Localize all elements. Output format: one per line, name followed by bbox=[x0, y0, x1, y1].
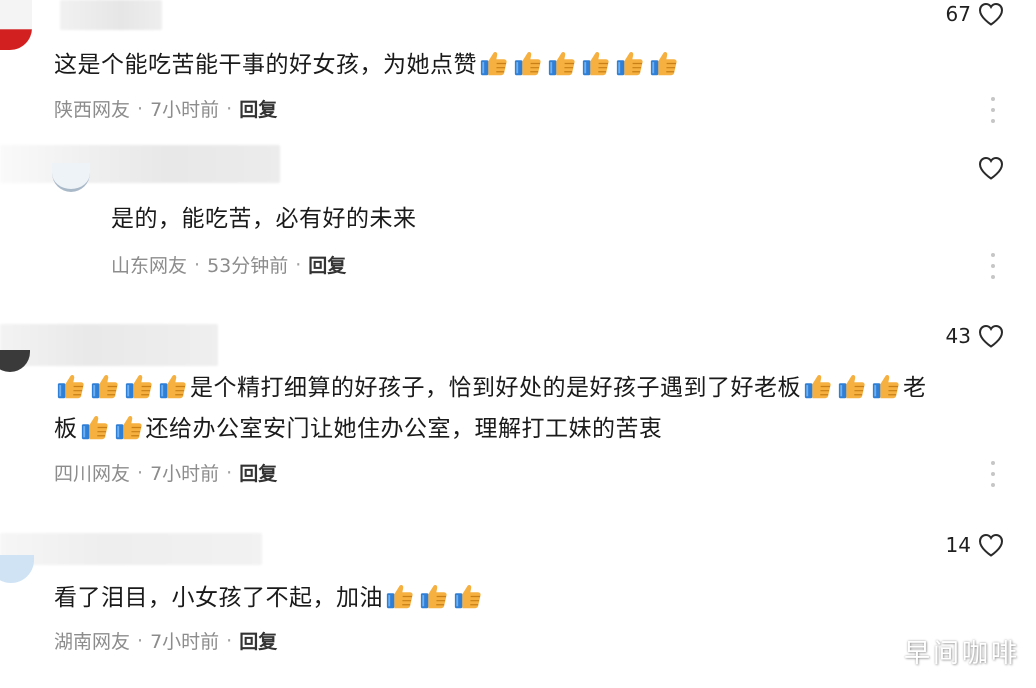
comment-2-reply-button[interactable]: 回复 bbox=[308, 251, 346, 278]
heart-outline-icon bbox=[977, 0, 1005, 28]
comment-3-text-end: 老 bbox=[903, 375, 927, 401]
comment-3-like-count: 43 bbox=[945, 324, 971, 348]
comment-3-reply-button[interactable]: 回复 bbox=[239, 459, 277, 486]
thumbs-up-emoji-icon bbox=[479, 48, 509, 78]
comment-3-text-mid: 是个精打细算的好孩子，恰到好处的是好孩子遇到了好老板 bbox=[190, 375, 801, 401]
comment-2-location: 山东网友 bbox=[111, 255, 188, 277]
comment-4-time: 7小时前 bbox=[150, 631, 220, 653]
comment-2-username-blurred bbox=[0, 145, 280, 183]
comment-1-text: 这是个能吃苦能干事的好女孩，为她点赞 bbox=[54, 45, 681, 85]
thumbs-up-emoji-icon bbox=[385, 581, 415, 611]
comment-1-meta: 陕西网友 · 7小时前 · 回复 bbox=[54, 95, 277, 122]
thumbs-up-emoji-icon bbox=[615, 48, 645, 78]
comment-1-time: 7小时前 bbox=[150, 99, 220, 121]
thumbs-up-emoji-icon bbox=[837, 371, 867, 401]
thumbs-up-emoji-icon bbox=[90, 371, 120, 401]
thumbs-up-emoji-icon bbox=[649, 48, 679, 78]
thumbs-up-emoji-icon bbox=[871, 371, 901, 401]
thumbs-up-emoji-icon bbox=[158, 371, 188, 401]
comment-1-username-blurred bbox=[60, 0, 162, 30]
comment-4-meta: 湖南网友 · 7小时前 · 回复 bbox=[54, 627, 277, 654]
heart-outline-icon bbox=[977, 322, 1005, 350]
comment-1-like-button[interactable]: 67 bbox=[946, 0, 1005, 28]
comment-1-reply-button[interactable]: 回复 bbox=[239, 95, 277, 122]
thumbs-up-emoji-icon bbox=[513, 48, 543, 78]
comment-4-username-blurred bbox=[0, 533, 262, 565]
comment-3: 43 是个精打细算的好孩子，恰到好处的是好孩子遇到了好老板 老 板 还给办公室安门让… bbox=[0, 310, 1036, 525]
comment-4-text: 看了泪目，小女孩了不起，加油 bbox=[54, 578, 485, 618]
thumbs-up-emoji-icon bbox=[114, 412, 144, 442]
thumbs-up-emoji-icon bbox=[581, 48, 611, 78]
thumbs-up-emoji-icon bbox=[419, 581, 449, 611]
comment-3-avatar[interactable] bbox=[0, 350, 30, 372]
comment-4-reply-button[interactable]: 回复 bbox=[239, 627, 277, 654]
thumbs-up-emoji-icon bbox=[80, 412, 110, 442]
comment-1: 67 这是个能吃苦能干事的好女孩，为她点赞 陕西网友 · 7小时前 · 回复 bbox=[0, 0, 1036, 135]
thumbs-up-emoji-icon bbox=[56, 371, 86, 401]
meta-separator: · bbox=[226, 629, 233, 652]
comment-2-more-icon[interactable] bbox=[990, 253, 996, 279]
comment-2-avatar[interactable] bbox=[52, 163, 90, 192]
comment-1-avatar[interactable] bbox=[0, 0, 32, 50]
meta-separator: · bbox=[137, 461, 144, 484]
comment-4-like-count: 14 bbox=[945, 533, 971, 557]
thumbs-up-emoji-icon bbox=[453, 581, 483, 611]
comment-3-meta: 四川网友 · 7小时前 · 回复 bbox=[54, 459, 277, 486]
comment-1-text-body: 这是个能吃苦能干事的好女孩，为她点赞 bbox=[54, 52, 477, 78]
meta-separator: · bbox=[137, 97, 144, 120]
thumbs-up-emoji-icon bbox=[124, 371, 154, 401]
thumbs-up-emoji-icon bbox=[803, 371, 833, 401]
comment-3-username-blurred bbox=[0, 324, 218, 366]
meta-separator: · bbox=[226, 97, 233, 120]
heart-outline-icon bbox=[977, 531, 1005, 559]
heart-outline-icon bbox=[977, 154, 1005, 182]
meta-separator: · bbox=[226, 461, 233, 484]
comment-3-text-rest: 还给办公室安门让她住办公室，理解打工妹的苦衷 bbox=[145, 416, 663, 442]
comment-2-like-button[interactable] bbox=[971, 154, 1005, 182]
comment-3-time: 7小时前 bbox=[150, 463, 220, 485]
comment-2-text: 是的，能吃苦，必有好的未来 bbox=[111, 206, 417, 232]
comment-4-text-body: 看了泪目，小女孩了不起，加油 bbox=[54, 585, 383, 611]
comment-3-location: 四川网友 bbox=[54, 463, 131, 485]
comment-4: 14 看了泪目，小女孩了不起，加油 湖南网友 · 7小时前 · 回复 bbox=[0, 525, 1036, 688]
meta-separator: · bbox=[137, 629, 144, 652]
comment-1-location: 陕西网友 bbox=[54, 99, 131, 121]
comment-2-meta: 山东网友 · 53分钟前 · 回复 bbox=[111, 251, 346, 278]
comment-3-like-button[interactable]: 43 bbox=[946, 322, 1005, 350]
meta-separator: · bbox=[295, 253, 302, 276]
thumbs-up-emoji-icon bbox=[547, 48, 577, 78]
comment-2-time: 53分钟前 bbox=[207, 255, 289, 277]
comment-1-like-count: 67 bbox=[945, 2, 971, 26]
comment-1-more-icon[interactable] bbox=[990, 97, 996, 123]
comment-3-text-line-2: 板 还给办公室安门让她住办公室，理解打工妹的苦衷 bbox=[54, 409, 663, 449]
comment-4-like-button[interactable]: 14 bbox=[946, 531, 1005, 559]
meta-separator: · bbox=[194, 253, 201, 276]
comment-3-text-start: 板 bbox=[54, 416, 78, 442]
watermark: 早间咖啡 bbox=[903, 639, 1020, 669]
comment-2: 是的，能吃苦，必有好的未来 山东网友 · 53分钟前 · 回复 bbox=[0, 135, 1036, 310]
comment-4-location: 湖南网友 bbox=[54, 631, 131, 653]
comment-3-text-line-1: 是个精打细算的好孩子，恰到好处的是好孩子遇到了好老板 老 bbox=[54, 368, 927, 408]
comment-3-more-icon[interactable] bbox=[990, 461, 996, 487]
comment-4-avatar[interactable] bbox=[0, 555, 34, 583]
